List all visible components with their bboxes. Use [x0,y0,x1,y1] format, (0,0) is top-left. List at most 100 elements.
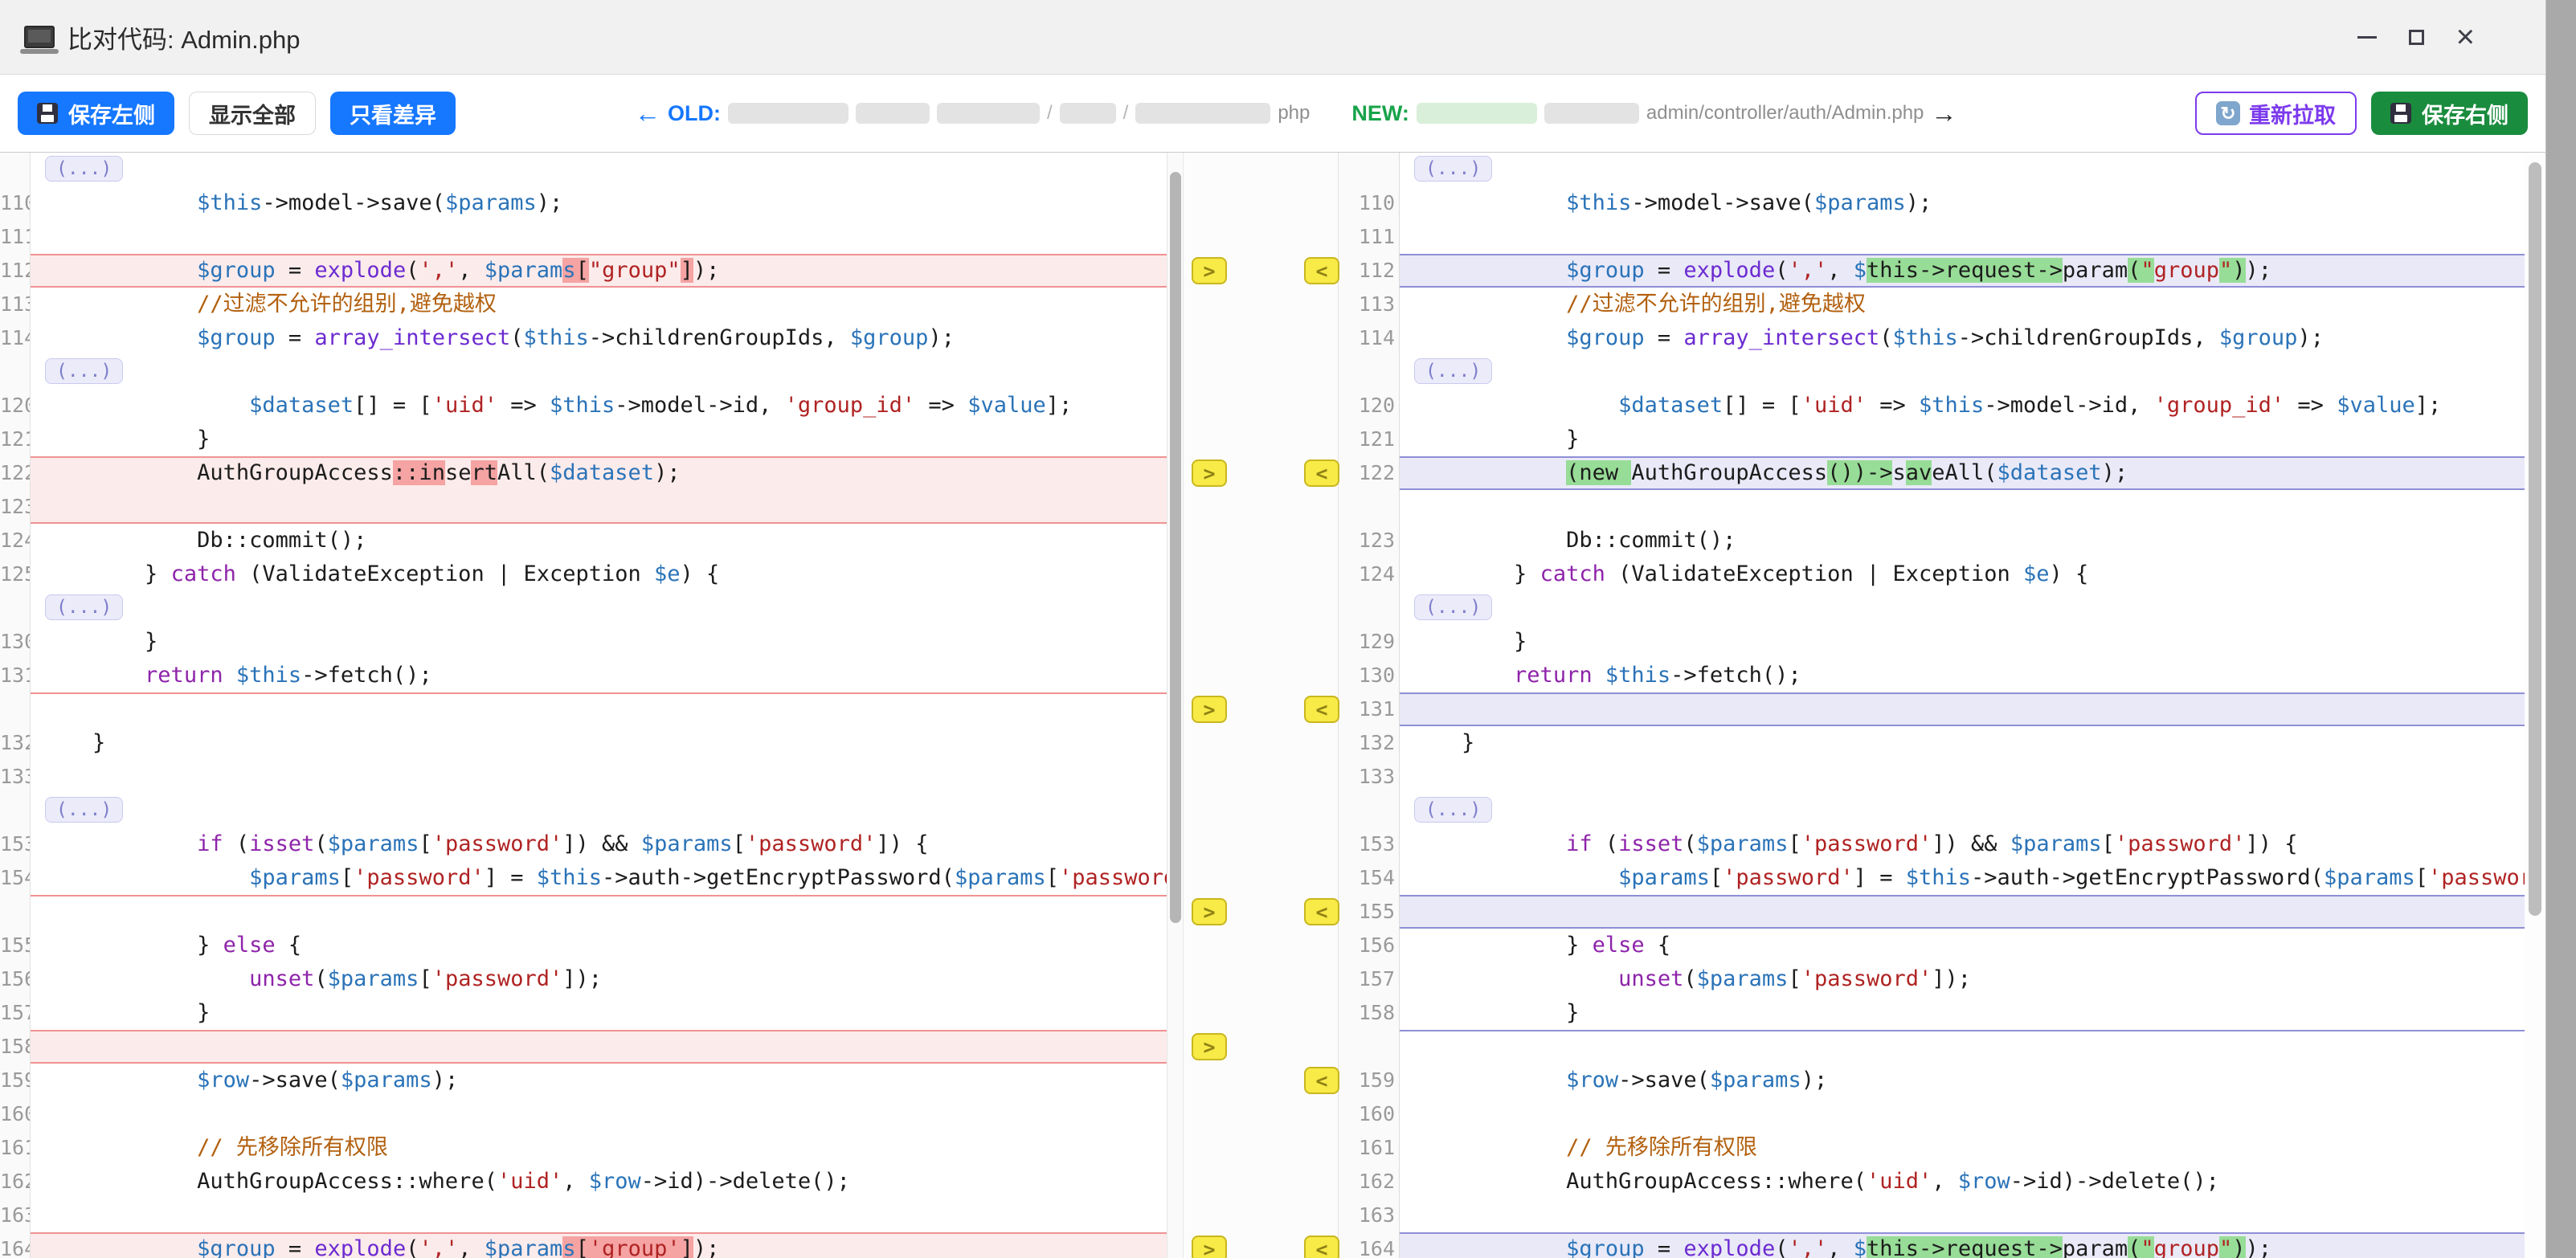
code-line: } [1400,726,2525,760]
code-token: ]); [562,966,602,991]
only-diff-button[interactable]: 只看差异 [330,92,456,135]
code-token: $params [1814,190,1906,215]
collapsed-lines-badge[interactable]: (...) [1414,797,1492,823]
code-line: $dataset[] = ['uid' => $this->model->id,… [1400,389,2525,423]
collapsed-lines-badge[interactable]: (...) [45,156,123,182]
added-chars: ) [2232,1236,2245,1258]
line-number: 160 [0,1097,30,1131]
code-token: $group [197,258,276,283]
code-token: ); [2246,258,2272,283]
code-token: ->model->save( [262,190,445,215]
indent [1409,292,1566,317]
code-token [1593,663,1605,688]
code-token: ] = [485,865,537,890]
indent [1409,190,1566,215]
code-token: ] = [1854,865,1906,890]
code-token: 'password' [432,831,563,856]
code-line: } else { [31,929,1167,962]
save-left-button[interactable]: 保存左侧 [18,92,174,135]
apply-to-right-button[interactable]: > [1192,257,1227,284]
collapsed-lines-badge[interactable]: (...) [45,797,123,823]
apply-to-right-button[interactable]: > [1192,459,1227,487]
code-token: ( [1593,831,1619,856]
apply-to-left-button[interactable]: < [1304,1236,1339,1258]
refetch-button[interactable]: ↻ 重新拉取 [2195,92,2357,135]
indent [40,1236,197,1258]
code-token: $this [1906,865,1971,890]
right-scrollbar[interactable] [2525,153,2545,1258]
added-chars: " [2141,1236,2153,1258]
line-number: 155 [1339,895,1399,929]
code-token: $params [249,865,341,890]
close-button[interactable]: × [2456,29,2475,45]
code-line: Db::commit(); [31,524,1167,558]
deleted-chars: 'group' [589,1236,681,1258]
new-label: NEW: [1351,101,1409,126]
code-line: unset($params['password']); [1400,962,2525,996]
apply-to-right-button[interactable]: > [1192,1236,1227,1258]
collapsed-lines-badge[interactable]: (...) [1414,594,1492,620]
code-token: param [2063,1236,2128,1258]
left-scrollbar[interactable] [1167,153,1183,1258]
code-token: $this [1893,325,1958,350]
code-token: explode [1683,1236,1775,1258]
code-token: ); [432,1068,459,1093]
added-chars: " [2219,1236,2232,1258]
code-token: $this [236,663,301,688]
collapsed-lines-badge[interactable]: (...) [1414,156,1492,182]
code-token: else [223,933,276,958]
code-token: [ [1046,865,1059,890]
line-number: 112 [0,254,30,288]
indent [1409,629,1514,654]
collapsed-lines-badge[interactable]: (...) [45,594,123,620]
left-scrollbar-thumb[interactable] [1170,172,1181,923]
show-all-button[interactable]: 显示全部 [189,92,316,135]
only-diff-label: 只看差异 [350,98,436,129]
minimize-button[interactable] [2357,36,2377,39]
apply-to-right-button[interactable]: > [1192,898,1227,925]
indent [40,258,197,283]
code-token: unset [249,966,314,991]
code-token: ->model->id, [615,393,784,418]
indent [40,190,197,215]
line-number: 130 [1339,659,1399,692]
line-number: 130 [0,625,30,659]
save-right-label: 保存右侧 [2422,98,2509,129]
apply-to-right-button[interactable]: > [1192,1033,1227,1060]
code-token: 'uid' [432,393,497,418]
save-left-label: 保存左侧 [68,98,155,129]
maximize-button[interactable] [2409,30,2424,45]
line-number: 125 [0,558,30,591]
right-scrollbar-thumb[interactable] [2529,162,2541,916]
apply-to-left-button[interactable]: < [1304,459,1339,487]
code-line: AuthGroupAccess::where('uid', $row->id)-… [1400,1165,2525,1199]
code-line: $group = explode(',', $this->request->pa… [1400,254,2525,288]
apply-to-left-button[interactable]: < [1304,898,1339,925]
screen-edge [2545,0,2576,1258]
merge-gutter: > < > < > < > < > < > < [1183,153,1339,1258]
code-token: } [1514,629,1527,654]
apply-to-right-button[interactable]: > [1192,696,1227,723]
code-token: } [197,427,210,451]
save-right-button[interactable]: 保存右侧 [2371,92,2528,135]
line-number [0,794,30,827]
apply-to-left-button[interactable]: < [1304,1067,1339,1094]
code-token: ) { [681,562,720,586]
line-number: 132 [1339,726,1399,760]
code-token: $params [641,831,733,856]
collapsed-lines-badge[interactable]: (...) [45,358,123,384]
collapsed-lines-badge[interactable]: (...) [1414,358,1492,384]
refresh-icon: ↻ [2216,101,2240,125]
line-number: 161 [0,1131,30,1165]
code-token: $group [850,325,929,350]
code-token: $row [197,1068,249,1093]
line-number: 124 [1339,558,1399,591]
apply-to-left-button[interactable]: < [1304,257,1339,284]
diff-area: 1101111121131141201211221231241251301311… [0,152,2545,1258]
indent [1409,966,1618,991]
new-path-redacted [1544,103,1639,124]
apply-to-left-button[interactable]: < [1304,696,1339,723]
code-token: Db::commit(); [197,528,366,553]
code-token: => [497,393,550,418]
indent [40,933,197,958]
